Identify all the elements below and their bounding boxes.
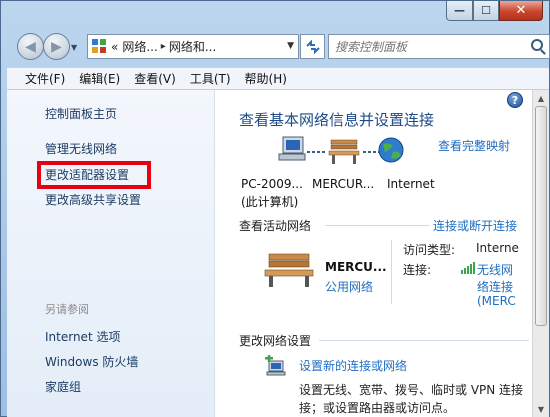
menu-file[interactable]: 文件(F) — [25, 70, 65, 87]
main-panel: 查看基本网络信息并设置连接 查看完整映射 PC-2009... (此计算机) M… — [215, 90, 532, 417]
sidebar-item-manage-wireless[interactable]: 管理无线网络 — [45, 140, 117, 157]
content-area: 控制面板主页 管理无线网络 更改适配器设置 更改高级共享设置 另请参阅 Inte… — [7, 90, 549, 417]
scroll-down-icon[interactable]: ▼ — [533, 401, 549, 417]
bench-icon — [328, 139, 360, 164]
search-icon[interactable] — [531, 39, 543, 51]
bench-icon — [264, 253, 314, 287]
menu-help[interactable]: 帮助(H) — [245, 70, 287, 87]
minimize-button[interactable]: — — [446, 1, 473, 21]
refresh-button[interactable] — [300, 34, 325, 59]
section-divider — [319, 340, 529, 341]
back-button[interactable]: ◀ — [17, 33, 44, 60]
search-box[interactable] — [328, 34, 550, 59]
setup-network-icon — [265, 355, 286, 376]
network-info-divider — [391, 240, 392, 304]
globe-icon — [378, 137, 404, 163]
search-input[interactable] — [335, 39, 515, 54]
help-icon[interactable]: ? — [507, 92, 523, 108]
section-divider — [325, 225, 430, 226]
setup-connection-link[interactable]: 设置新的连接或网络 — [299, 357, 407, 374]
setup-description-line2: 接；或设置路由器或访问点。 — [299, 401, 456, 415]
wireless-connection-link-1[interactable]: 无线网 — [477, 261, 513, 278]
view-full-map-link[interactable]: 查看完整映射 — [438, 137, 510, 154]
forward-arrow-icon: ▶ — [51, 38, 62, 55]
see-also-heading: 另请参阅 — [45, 303, 89, 316]
menu-tools[interactable]: 工具(T) — [190, 70, 231, 87]
access-type-value: Interne — [476, 241, 519, 255]
breadcrumb-separator[interactable]: ▸ — [161, 41, 166, 52]
scroll-up-icon[interactable]: ▲ — [533, 90, 549, 106]
wireless-connection-link-3[interactable]: (MERC — [477, 294, 516, 308]
sidebar: 控制面板主页 管理无线网络 更改适配器设置 更改高级共享设置 另请参阅 Inte… — [7, 90, 215, 417]
sidebar-item-windows-firewall[interactable]: Windows 防火墙 — [45, 353, 138, 370]
network-name: MERCU... — [325, 260, 387, 274]
page-title: 查看基本网络信息并设置连接 — [239, 111, 435, 129]
network-type-link[interactable]: 公用网络 — [325, 278, 373, 295]
menu-edit[interactable]: 编辑(E) — [79, 70, 120, 87]
caption-buttons: — ☐ ✕ — [446, 1, 543, 21]
active-networks-heading: 查看活动网络 — [239, 219, 312, 233]
highlight-box — [37, 161, 151, 189]
change-settings-heading: 更改网络设置 — [239, 334, 312, 348]
refresh-icon — [305, 39, 320, 54]
maximize-icon: ☐ — [481, 4, 491, 17]
history-dropdown-icon[interactable]: ▼ — [71, 43, 77, 52]
explorer-window: — ☐ ✕ ◀ ▶ ▼ « 网络... ▸ 网络和... ▼ 搜索控制面板 文件… — [0, 0, 550, 417]
sidebar-item-internet-options[interactable]: Internet 选项 — [45, 328, 120, 345]
back-arrow-icon: ◀ — [25, 38, 36, 55]
computer-icon — [278, 136, 306, 161]
control-panel-icon — [92, 38, 108, 55]
map-node-computer[interactable]: PC-2009... — [241, 177, 303, 191]
menu-bar: 文件(F) 编辑(E) 查看(V) 工具(T) 帮助(H) — [7, 67, 549, 89]
close-button[interactable]: ✕ — [499, 1, 543, 21]
connect-disconnect-link[interactable]: 连接或断开连接 — [433, 217, 517, 234]
scrollbar-thumb[interactable] — [535, 106, 547, 326]
minimize-icon: — — [454, 4, 465, 17]
map-node-internet[interactable]: Internet — [387, 177, 435, 191]
navigation-bar: ◀ ▶ ▼ « 网络... ▸ 网络和... ▼ — [15, 31, 550, 61]
map-node-computer-sub: (此计算机) — [241, 195, 299, 209]
network-map — [278, 136, 404, 164]
wireless-connection-link-2[interactable]: 络连接 — [477, 278, 513, 295]
breadcrumb-network[interactable]: 网络... — [122, 38, 157, 55]
connection-label: 连接: — [403, 263, 432, 277]
sidebar-item-control-panel-home[interactable]: 控制面板主页 — [45, 105, 117, 122]
maximize-button[interactable]: ☐ — [473, 1, 499, 21]
setup-description-line1: 设置无线、宽带、拨号、临时或 VPN 连接 — [299, 383, 524, 397]
map-node-network[interactable]: MERCUR... — [312, 177, 374, 191]
address-dropdown-icon[interactable]: ▼ — [287, 41, 294, 51]
sidebar-item-homegroup[interactable]: 家庭组 — [45, 378, 81, 395]
access-type-label: 访问类型: — [403, 243, 456, 257]
address-bar[interactable]: « 网络... ▸ 网络和... ▼ — [87, 34, 299, 59]
forward-button[interactable]: ▶ — [43, 33, 70, 60]
breadcrumb-network-center[interactable]: 网络和... — [169, 38, 216, 55]
menu-view[interactable]: 查看(V) — [134, 70, 176, 87]
address-prefix: « — [111, 39, 119, 54]
signal-icon — [461, 262, 475, 274]
sidebar-item-advanced-sharing[interactable]: 更改高级共享设置 — [45, 191, 141, 208]
vertical-scrollbar[interactable]: ▲ ▼ — [532, 90, 549, 417]
close-icon: ✕ — [515, 3, 527, 18]
